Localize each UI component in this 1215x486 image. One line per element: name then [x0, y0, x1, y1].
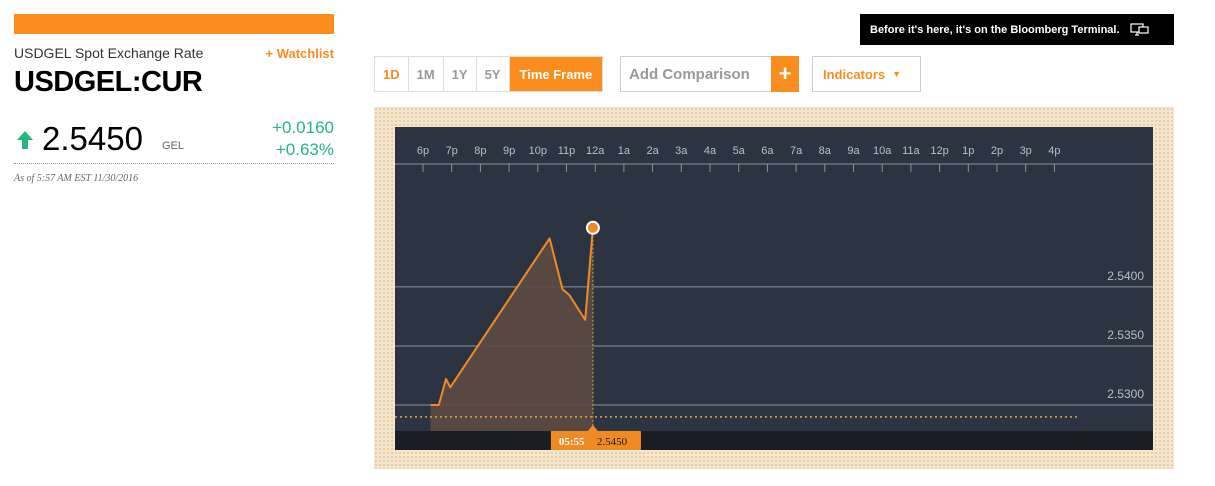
x-tick-label: 10p [529, 145, 547, 157]
terminal-monitor-icon [1129, 22, 1149, 36]
x-tick-label: 3p [1020, 145, 1032, 157]
price-change-absolute: +0.0160 [272, 118, 334, 137]
current-point-marker[interactable] [585, 220, 600, 235]
x-tick-label: 10a [873, 145, 892, 157]
x-tick-label: 11p [558, 145, 576, 157]
x-tick-label: 8p [474, 145, 486, 157]
ad-text: Before it's here, it's on the Bloomberg … [870, 23, 1120, 36]
y-tick-label: 2.5400 [1107, 269, 1144, 283]
time-strip [395, 431, 1153, 450]
x-tick-label: 4p [1048, 145, 1060, 157]
x-tick-label: 8a [819, 145, 832, 157]
caret-down-icon: ▼ [892, 69, 902, 79]
indicators-dropdown[interactable]: Indicators ▼ [812, 56, 921, 92]
add-comparison-button[interactable]: + [771, 56, 799, 92]
x-tick-label: 7a [790, 145, 803, 157]
last-price: 2.5450 [42, 120, 143, 157]
x-tick-label: 9p [503, 145, 515, 157]
x-tick-label: 9a [847, 145, 860, 157]
as-of-timestamp: As of 5:57 AM EST 11/30/2016 [14, 173, 139, 184]
ticker-symbol: USDGEL:CUR [14, 66, 203, 98]
up-arrow-icon [17, 131, 33, 149]
x-tick-label: 2p [991, 145, 1003, 157]
y-tick-label: 2.5350 [1107, 328, 1144, 342]
price-currency: GEL [162, 140, 185, 152]
x-tick-label: 4a [704, 145, 717, 157]
page: USDGEL Spot Exchange Rate + Watchlist US… [0, 0, 1215, 486]
timeframe-1d-button[interactable]: 1D [375, 57, 409, 91]
chart-frame: 6p 7p 8p 9p 10p 11p 12a 1a 2a 3a 4a 5a 6a 7a 8a 9a 10a 11… [374, 107, 1174, 469]
x-tick-label: 11a [902, 145, 920, 157]
x-tick-label: 7p [446, 145, 458, 157]
timeframe-1y-button[interactable]: 1Y [443, 57, 477, 91]
add-watchlist-button[interactable]: + Watchlist [265, 46, 334, 61]
accent-bar [14, 14, 334, 34]
x-tick-label: 3a [675, 145, 688, 157]
x-tick-label: 6a [761, 145, 774, 157]
x-tick-label: 1a [618, 145, 631, 157]
add-comparison-input[interactable] [620, 56, 772, 92]
price-change-percent: +0.63% [275, 140, 334, 159]
x-tick-label: 2a [646, 145, 659, 157]
price-chart[interactable]: 6p 7p 8p 9p 10p 11p 12a 1a 2a 3a 4a 5a 6a 7a 8a 9a 10a 11… [374, 107, 1174, 469]
x-tick-label: 12p [930, 145, 948, 157]
timeframe-1m-button[interactable]: 1M [408, 57, 444, 91]
timeframe-5y-button[interactable]: 5Y [476, 57, 510, 91]
terminal-ad-banner[interactable]: Before it's here, it's on the Bloomberg … [860, 14, 1174, 45]
x-tick-label: 6p [417, 145, 429, 157]
current-value-label: 2.5450 [597, 436, 628, 448]
time-frame-button[interactable]: Time Frame [509, 57, 603, 91]
y-tick-label: 2.5300 [1107, 387, 1144, 401]
x-tick-label: 5a [733, 145, 746, 157]
x-tick-label: 12a [586, 145, 605, 157]
timeframe-selector: 1D 1M 1Y 5Y Time Frame [374, 56, 604, 92]
price-block: 2.5450 GEL +0.0160 +0.63% [14, 118, 334, 164]
current-time-label: 05:55 [559, 436, 585, 448]
quote-name: USDGEL Spot Exchange Rate [14, 45, 204, 61]
x-tick-label: 1p [962, 145, 974, 157]
indicators-label: Indicators [823, 66, 886, 82]
